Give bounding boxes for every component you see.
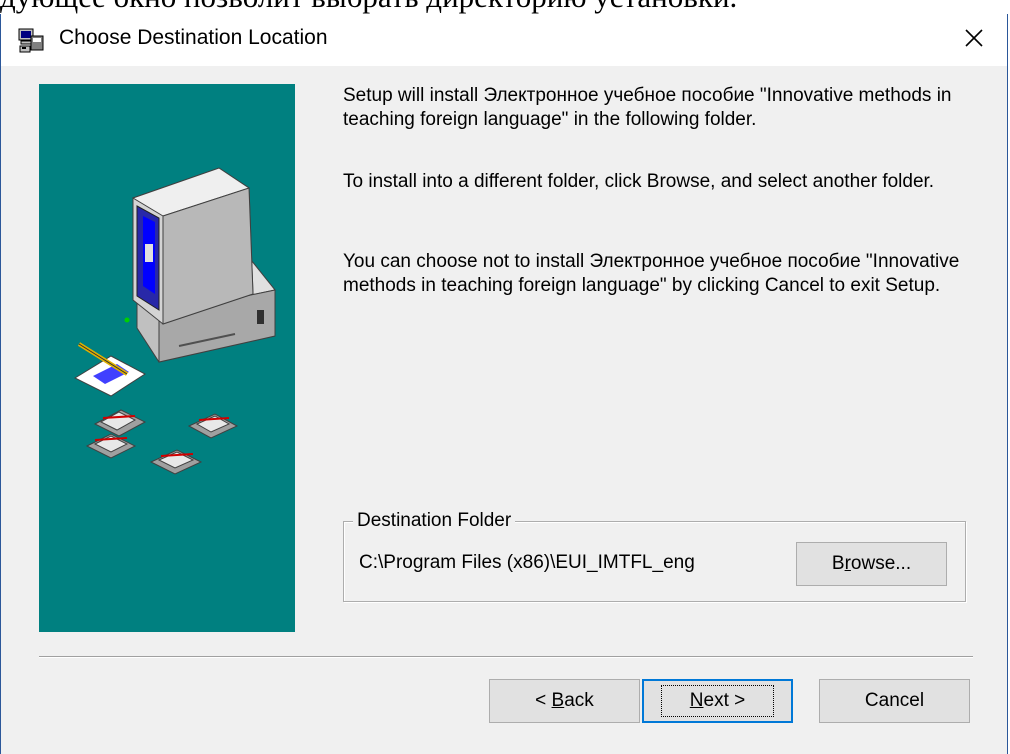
title-bar: Choose Destination Location bbox=[1, 14, 1007, 66]
cancel-instruction-message: You can choose not to install Электронно… bbox=[343, 251, 960, 296]
close-button[interactable] bbox=[941, 14, 1007, 66]
computer-with-floppy-disks-illustration bbox=[73, 167, 276, 475]
setup-dialog: Choose Destination Location Setup will i… bbox=[0, 14, 1008, 754]
setup-installer-icon bbox=[17, 26, 45, 54]
next-label-accel: N bbox=[689, 690, 704, 711]
browse-instruction-message: To install into a different folder, clic… bbox=[343, 171, 935, 192]
install-location-message: Setup will install Электронное учебное п… bbox=[343, 85, 952, 130]
back-label-post: ack bbox=[564, 690, 594, 711]
background-document-text: дующее окно позволит выбрать директорию … bbox=[0, 0, 737, 14]
destination-path: C:\Program Files (x86)\EUI_IMTFL_eng bbox=[359, 552, 695, 573]
window-title: Choose Destination Location bbox=[59, 26, 328, 49]
next-button[interactable]: Next > bbox=[642, 679, 793, 723]
cancel-label: Cancel bbox=[864, 690, 925, 711]
side-illustration-panel bbox=[39, 84, 295, 632]
cancel-button[interactable]: Cancel bbox=[819, 679, 970, 723]
browse-label-pre: B bbox=[831, 553, 845, 574]
close-icon bbox=[963, 27, 985, 54]
back-label-accel: B bbox=[551, 690, 565, 711]
browse-button[interactable]: Br owse... bbox=[796, 542, 947, 586]
back-label-pre: < bbox=[535, 690, 552, 711]
destination-folder-label: Destination Folder bbox=[353, 509, 516, 533]
button-separator bbox=[39, 656, 973, 658]
browse-label-post: owse... bbox=[850, 553, 912, 574]
next-focus-rect: Next > bbox=[660, 685, 775, 717]
background-document-text-strip: дующее окно позволит выбрать директорию … bbox=[0, 0, 1010, 14]
back-button[interactable]: < Back bbox=[489, 679, 640, 723]
next-label-post: ext > bbox=[703, 690, 746, 711]
